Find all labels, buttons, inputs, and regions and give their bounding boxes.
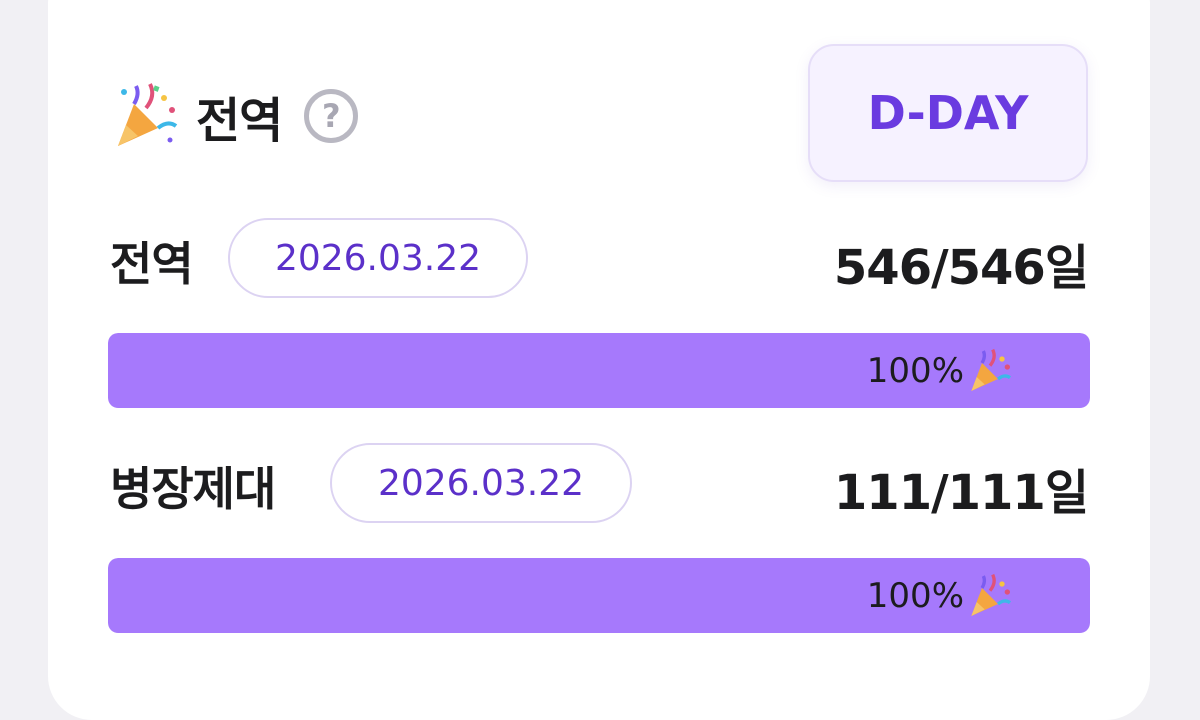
sergeant-progress-bar: 100% <box>108 558 1090 633</box>
discharge-progress-label: 100% <box>867 333 1014 408</box>
discharge-date-pill[interactable]: 2026.03.22 <box>228 218 528 298</box>
party-popper-icon <box>110 80 182 152</box>
card-header: 전역 ? <box>110 80 359 152</box>
row-label-sergeant-discharge: 병장제대 <box>110 462 276 516</box>
sergeant-date-pill[interactable]: 2026.03.22 <box>330 443 632 523</box>
discharge-day-count: 546/546일 <box>833 240 1089 296</box>
discharge-progress-text: 100% <box>866 350 964 391</box>
dday-button[interactable]: D-DAY <box>808 44 1088 182</box>
party-popper-icon <box>966 347 1014 395</box>
sergeant-progress-text: 100% <box>866 575 964 616</box>
party-popper-icon <box>966 572 1014 620</box>
discharge-progress-bar: 100% <box>108 333 1090 408</box>
sergeant-day-count: 111/111일 <box>833 465 1089 521</box>
page-title: 전역 <box>196 93 283 149</box>
row-label-discharge: 전역 <box>110 237 194 291</box>
help-circle-icon[interactable]: ? <box>304 89 359 143</box>
sergeant-progress-label: 100% <box>867 558 1014 633</box>
